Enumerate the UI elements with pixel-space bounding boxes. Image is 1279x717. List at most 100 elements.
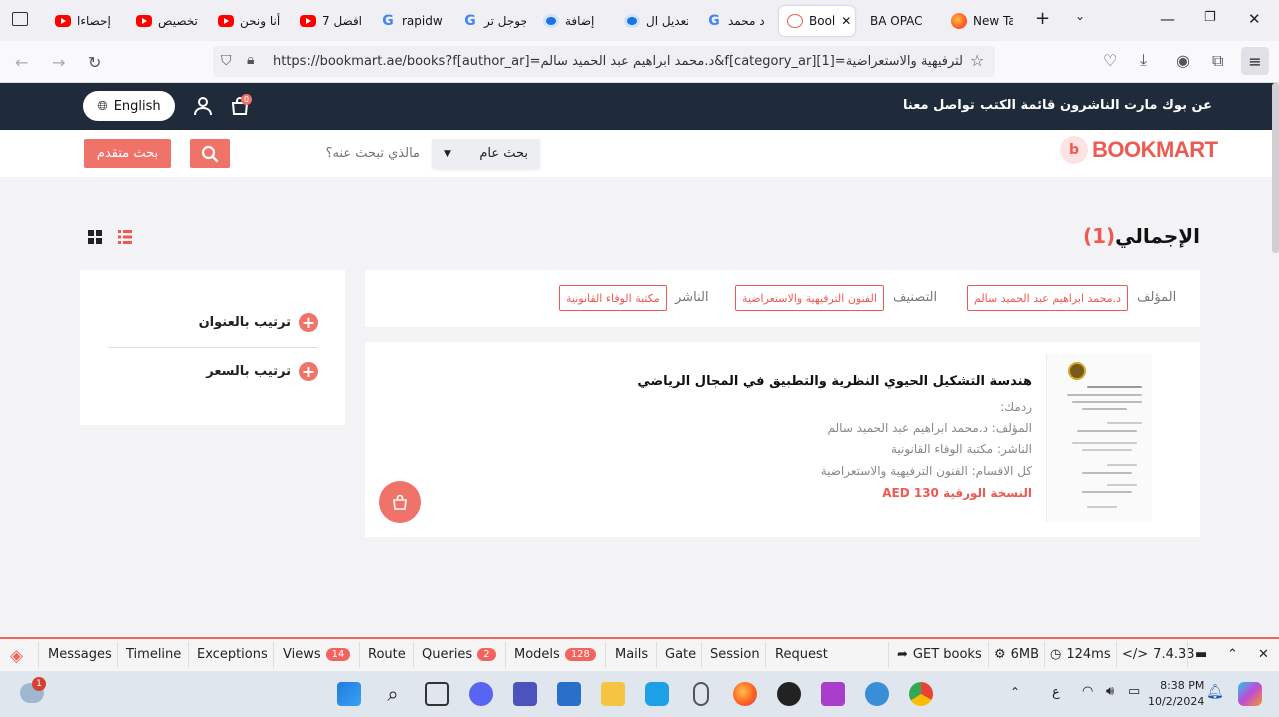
tab-active[interactable]: Bool ✕ bbox=[779, 6, 855, 36]
category-filter-chip[interactable]: الفنون الترفيهية والاستعراضية bbox=[735, 285, 884, 311]
clock[interactable]: 8:38 PM 10/2/2024 bbox=[1148, 678, 1204, 710]
debug-tab-session[interactable]: Session bbox=[710, 647, 760, 662]
user-icon[interactable] bbox=[193, 96, 213, 116]
browser-nav-bar: ← → ↻ ⛉ 🔒︎ https://bookmart.ae/books?f[a… bbox=[0, 41, 1279, 83]
nav-about[interactable]: عن بوك مارت bbox=[1124, 98, 1212, 113]
debug-tab-timeline[interactable]: Timeline bbox=[126, 647, 181, 662]
debug-tab-exceptions[interactable]: Exceptions bbox=[197, 647, 268, 662]
chevron-up-icon[interactable]: ⌃ bbox=[1010, 685, 1020, 699]
copilot-icon[interactable] bbox=[1238, 682, 1262, 706]
tab[interactable]: BA OPAC bbox=[870, 6, 938, 36]
tab-label: أنا ونحن bbox=[240, 14, 281, 28]
battery-icon[interactable]: ▭ bbox=[1128, 684, 1140, 699]
category-filter-label: التصنيف bbox=[893, 290, 938, 305]
debug-tab-request[interactable]: Request bbox=[775, 647, 828, 662]
account-icon[interactable]: ◉ bbox=[1176, 51, 1190, 70]
discord-icon[interactable] bbox=[469, 682, 493, 706]
chrome-icon[interactable] bbox=[909, 682, 933, 706]
list-view-icon[interactable] bbox=[118, 230, 132, 248]
mail-icon[interactable] bbox=[557, 682, 581, 706]
debug-tab-label: Request bbox=[775, 647, 828, 662]
laravel-logo-icon[interactable]: ◈ bbox=[10, 646, 23, 666]
back-arrow-icon[interactable]: ← bbox=[15, 53, 28, 72]
close-window-icon[interactable]: ✕ bbox=[1248, 10, 1261, 28]
debug-tab-views[interactable]: Views 14 bbox=[283, 647, 351, 662]
debug-tab-mails[interactable]: Mails bbox=[615, 647, 648, 662]
debug-tab-queries[interactable]: Queries 2 bbox=[422, 647, 496, 662]
url-bar[interactable]: ⛉ 🔒︎ https://bookmart.ae/books?f[author_… bbox=[213, 46, 995, 77]
tab[interactable]: تعديل ال bbox=[624, 6, 688, 36]
reload-icon[interactable]: ↻ bbox=[88, 53, 101, 72]
input-language[interactable]: ع bbox=[1052, 685, 1060, 700]
start-icon[interactable] bbox=[337, 682, 361, 706]
search-input[interactable] bbox=[230, 139, 432, 168]
tab-label: إضافة bbox=[565, 14, 595, 28]
nav-contact[interactable]: تواصل معنا bbox=[903, 98, 975, 113]
book-publisher: الناشر: مكتبة الوفاء القانونية bbox=[890, 442, 1032, 456]
app-c-icon[interactable] bbox=[645, 682, 669, 706]
book-cover-image[interactable] bbox=[1046, 354, 1152, 522]
mouse-icon[interactable] bbox=[693, 682, 709, 706]
publisher-filter-chip[interactable]: مكتبة الوفاء القانونية bbox=[559, 285, 667, 311]
grid-view-icon[interactable] bbox=[88, 230, 102, 248]
debug-tab-label: Queries bbox=[422, 647, 473, 662]
close-tab-icon[interactable]: ✕ bbox=[841, 14, 851, 28]
volume-icon[interactable]: 🔊︎ bbox=[1106, 684, 1114, 699]
restore-icon[interactable]: ❐ bbox=[1204, 10, 1216, 25]
chevron-down-icon[interactable]: ⌄ bbox=[1075, 9, 1085, 23]
nav-book-list[interactable]: قائمة الكتب bbox=[980, 98, 1055, 113]
pocket-icon[interactable]: ♡ bbox=[1103, 51, 1117, 70]
debug-tab-route[interactable]: Route bbox=[368, 647, 406, 662]
network-app-icon[interactable] bbox=[865, 682, 889, 706]
collapse-icon[interactable]: ⌃ bbox=[1227, 647, 1238, 662]
tab[interactable]: تخصيص bbox=[136, 6, 202, 36]
shield-icon[interactable]: ⛉ bbox=[221, 53, 232, 69]
extensions-icon[interactable]: ⧉ bbox=[1212, 51, 1223, 71]
task-view-icon[interactable] bbox=[425, 682, 449, 706]
debug-request[interactable]: ➦ GET books bbox=[897, 647, 982, 662]
tab[interactable]: إضافة bbox=[543, 6, 607, 36]
bookmark-star-icon[interactable]: ☆ bbox=[970, 51, 984, 70]
search-button[interactable] bbox=[190, 139, 230, 168]
tab[interactable]: New Ta bbox=[951, 6, 1013, 36]
bookmart-logo[interactable]: b BOOKMART bbox=[1060, 136, 1218, 164]
file-explorer-icon[interactable] bbox=[601, 682, 625, 706]
wifi-icon[interactable]: ◠ bbox=[1082, 684, 1093, 699]
teams-icon[interactable] bbox=[513, 682, 537, 706]
scrollbar[interactable] bbox=[1272, 83, 1279, 253]
download-icon[interactable]: ⤓ bbox=[1140, 50, 1147, 70]
book-title[interactable]: هندسة التشكيل الحيوي النظرية والتطبيق في… bbox=[637, 374, 1032, 389]
forward-arrow-icon[interactable]: → bbox=[52, 53, 65, 72]
screen-app-icon[interactable] bbox=[821, 682, 845, 706]
folder-icon[interactable]: ▬ bbox=[1195, 647, 1207, 662]
firefox-icon[interactable] bbox=[733, 682, 757, 706]
url-text[interactable]: https://bookmart.ae/books?f[author_ar]=د… bbox=[273, 54, 963, 69]
notification-bell-icon[interactable]: 🔔︎ bbox=[1206, 684, 1224, 700]
tab[interactable]: افضل 7 bbox=[300, 6, 362, 36]
menu-icon[interactable]: ≡ bbox=[1241, 47, 1269, 75]
advanced-search-button[interactable]: بحث متقدم bbox=[84, 139, 171, 168]
debug-tab-messages[interactable]: Messages bbox=[48, 647, 112, 662]
nav-publishers[interactable]: الناشرون bbox=[1060, 98, 1120, 113]
minimize-icon[interactable]: — bbox=[1160, 10, 1175, 28]
new-tab-icon[interactable]: + bbox=[1035, 8, 1050, 29]
tab[interactable]: G د محمد bbox=[706, 6, 770, 36]
obs-icon[interactable] bbox=[777, 682, 801, 706]
tab[interactable]: Grapidw bbox=[380, 6, 444, 36]
search-type-select[interactable]: ▼ بحث عام bbox=[432, 139, 540, 168]
sort-by-price[interactable]: ترتيب بالسعر + bbox=[108, 362, 318, 381]
language-button[interactable]: 🌐︎ English bbox=[83, 91, 175, 121]
tab[interactable]: إحصاءا bbox=[55, 6, 120, 36]
tab[interactable]: G جوجل تر bbox=[462, 6, 526, 36]
cart-icon[interactable]: 0 bbox=[230, 94, 252, 118]
sort-by-title[interactable]: ترتيب بالعنوان + bbox=[108, 313, 318, 332]
search-icon[interactable]: ⌕ bbox=[381, 682, 405, 706]
author-filter-chip[interactable]: د.محمد ابراهيم عبد الحميد سالم bbox=[967, 285, 1129, 311]
debug-tab-models[interactable]: Models 128 bbox=[514, 647, 596, 662]
lock-icon[interactable]: 🔒︎ bbox=[247, 52, 254, 68]
tab-list-icon[interactable] bbox=[12, 12, 28, 26]
debug-tab-gate[interactable]: Gate bbox=[665, 647, 696, 662]
tab[interactable]: أنا ونحن bbox=[218, 6, 284, 36]
close-debugbar-icon[interactable]: ✕ bbox=[1258, 647, 1269, 662]
add-to-cart-button[interactable] bbox=[379, 481, 421, 523]
